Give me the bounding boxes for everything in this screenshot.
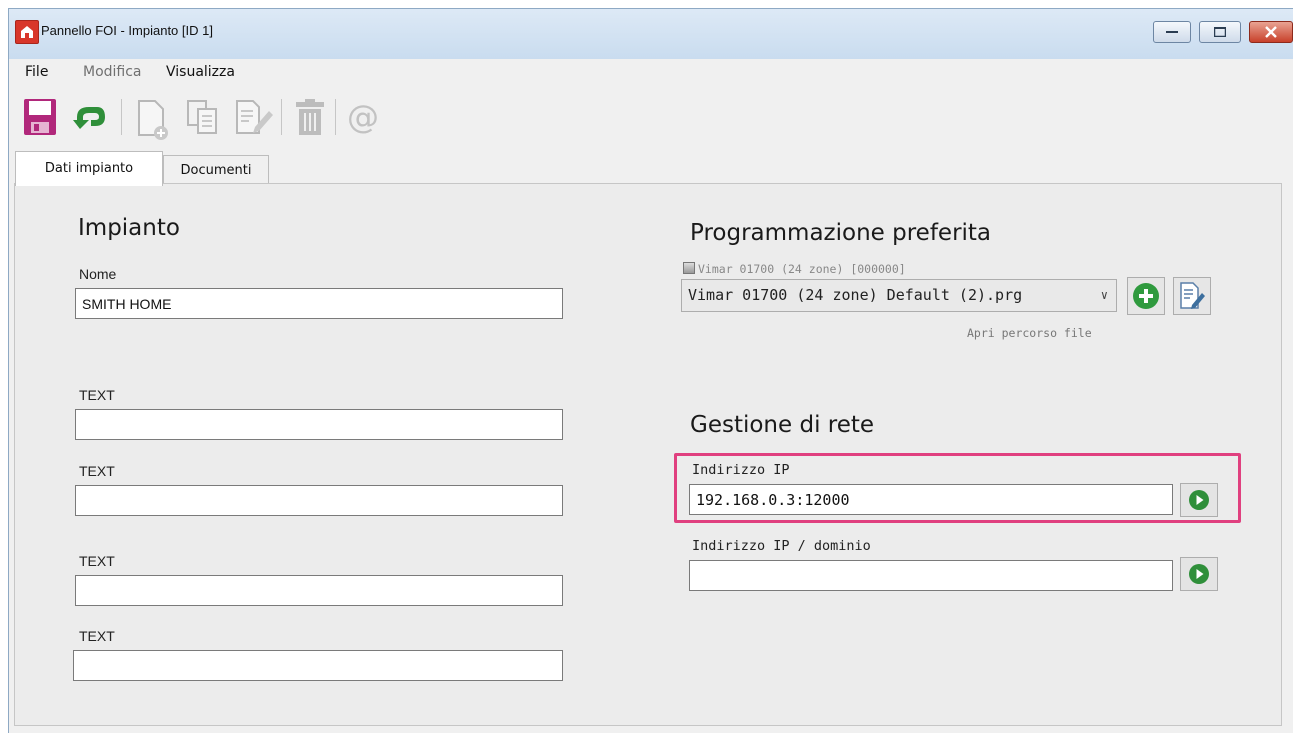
svg-text:@: @	[347, 98, 379, 136]
label-nome: Nome	[79, 266, 117, 282]
section-title-programmazione: Programmazione preferita	[690, 220, 992, 246]
close-button[interactable]	[1249, 21, 1293, 43]
domain-input[interactable]	[689, 560, 1173, 591]
delete-icon[interactable]	[292, 97, 332, 137]
label-text-3: TEXT	[79, 553, 115, 569]
label-text-4: TEXT	[79, 628, 115, 644]
label-text-1: TEXT	[79, 387, 115, 403]
window-title: Pannello FOI - Impianto [ID 1]	[41, 23, 213, 38]
programmazione-selected-value: Vimar 01700 (24 zone) Default (2).prg	[688, 286, 1023, 304]
menu-bar: File Modifica Visualizza	[9, 59, 1293, 85]
edit-document-icon[interactable]	[231, 97, 273, 137]
nome-input[interactable]	[75, 288, 563, 319]
text-input-4[interactable]	[73, 650, 563, 681]
add-programmazione-button[interactable]	[1127, 277, 1165, 315]
tab-dati-impianto[interactable]: Dati impianto	[15, 151, 163, 186]
device-info: Vimar 01700 (24 zone) [000000]	[683, 262, 906, 276]
edit-file-icon	[1180, 282, 1205, 309]
device-icon	[683, 262, 695, 274]
section-title-rete: Gestione di rete	[690, 412, 875, 438]
copy-document-icon[interactable]	[184, 97, 224, 137]
connect-ip-button[interactable]	[1180, 483, 1218, 517]
plus-circle-icon	[1133, 283, 1159, 309]
device-info-text: Vimar 01700 (24 zone) [000000]	[698, 262, 906, 276]
tab-documenti[interactable]: Documenti	[163, 155, 269, 185]
chevron-down-icon: ∨	[1100, 288, 1108, 302]
text-input-1[interactable]	[75, 409, 563, 440]
maximize-button[interactable]	[1199, 21, 1241, 43]
open-path-link[interactable]: Apri percorso file	[967, 326, 1092, 340]
title-bar[interactable]: Pannello FOI - Impianto [ID 1]	[9, 9, 1293, 59]
menu-modifica[interactable]: Modifica	[83, 64, 142, 80]
undo-icon[interactable]	[71, 97, 111, 137]
new-document-icon[interactable]	[133, 97, 173, 140]
edit-programmazione-button[interactable]	[1173, 277, 1211, 315]
text-input-3[interactable]	[75, 575, 563, 606]
toolbar: @	[9, 87, 1293, 147]
play-circle-icon	[1189, 490, 1209, 510]
label-indirizzo-ip: Indirizzo IP	[692, 462, 790, 478]
minimize-button[interactable]	[1153, 21, 1191, 43]
programmazione-select[interactable]: Vimar 01700 (24 zone) Default (2).prg ∨	[681, 279, 1117, 312]
tab-strip: Dati impianto Documenti	[9, 149, 1293, 186]
text-input-2[interactable]	[75, 485, 563, 516]
section-title-impianto: Impianto	[78, 215, 180, 241]
label-indirizzo-dominio: Indirizzo IP / dominio	[692, 538, 871, 554]
menu-file[interactable]: File	[25, 64, 48, 80]
email-icon[interactable]: @	[345, 97, 385, 137]
play-circle-icon	[1189, 564, 1209, 584]
ip-address-input[interactable]	[689, 484, 1173, 515]
app-home-icon	[15, 20, 39, 44]
label-text-2: TEXT	[79, 463, 115, 479]
save-icon[interactable]	[22, 97, 62, 137]
connect-domain-button[interactable]	[1180, 557, 1218, 591]
menu-visualizza[interactable]: Visualizza	[166, 64, 235, 80]
